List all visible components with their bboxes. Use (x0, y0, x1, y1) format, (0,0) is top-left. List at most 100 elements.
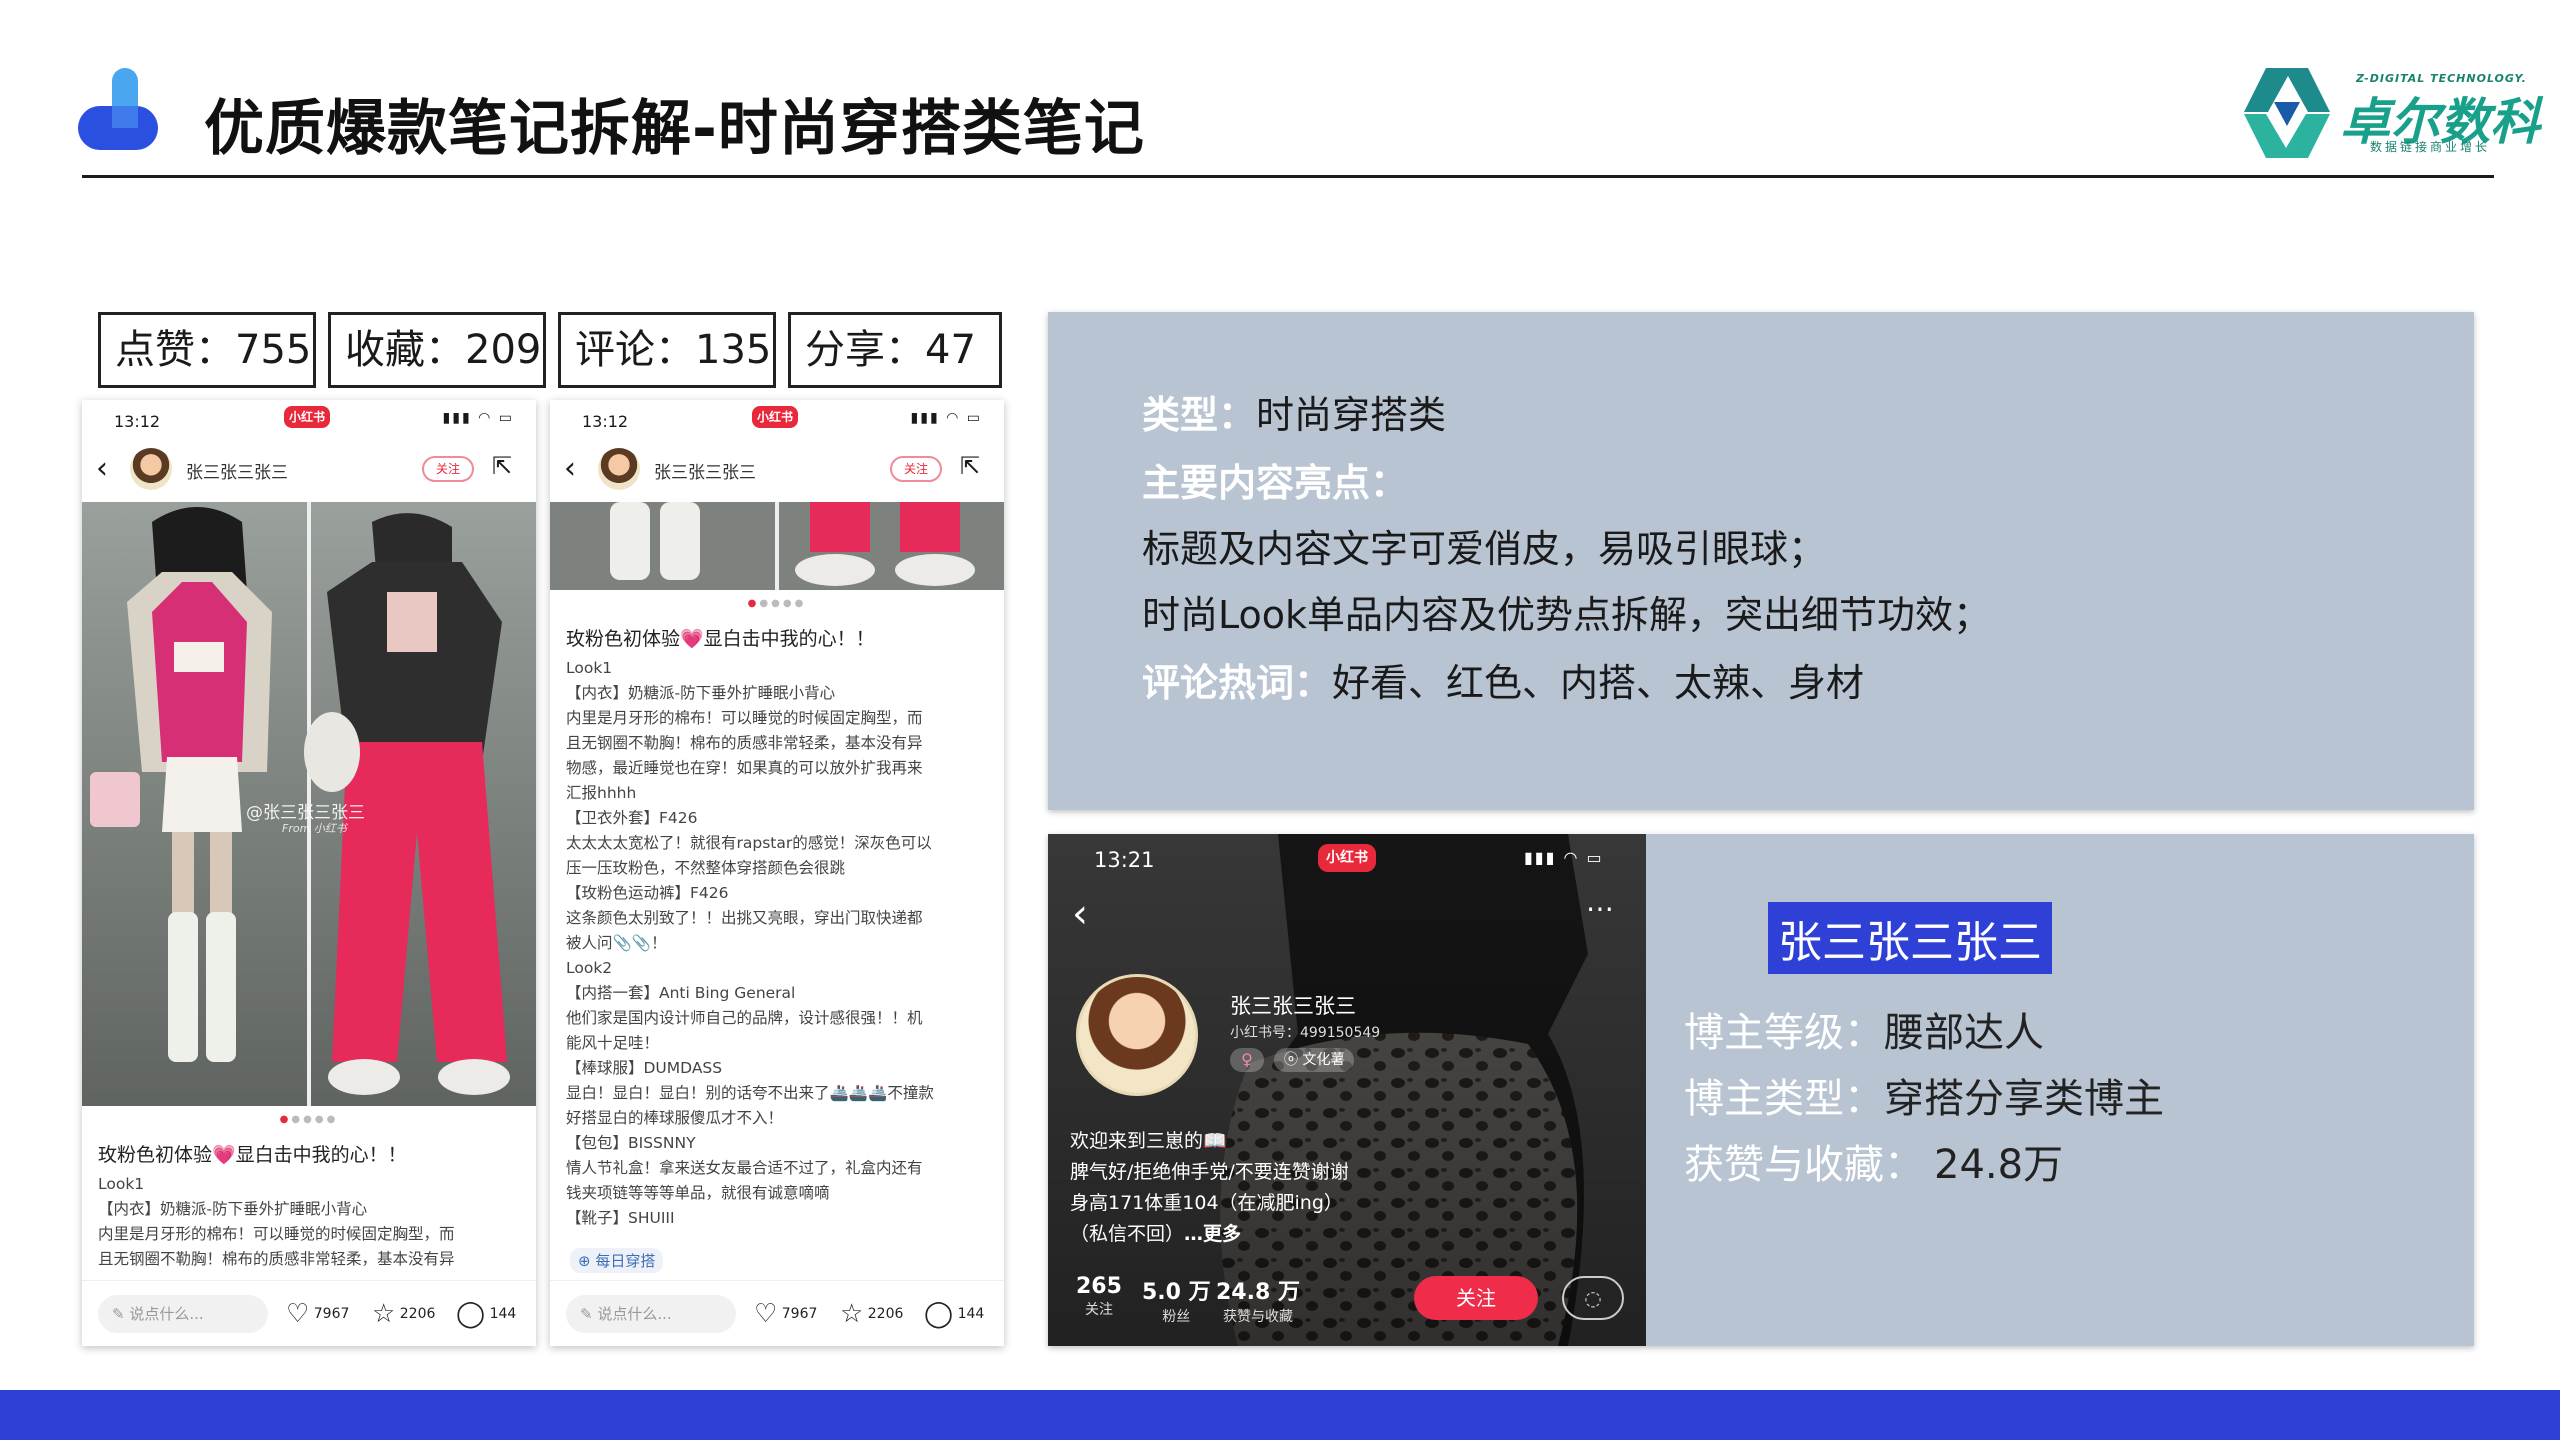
note-line: Look1 (566, 659, 613, 677)
note-line: 且无钢圈不勒胸！棉布的质感非常轻柔，基本没有异 (566, 734, 923, 752)
author-bar: ‹ 张三张三张三 关注 ⇱ (550, 442, 1004, 502)
avatar[interactable] (130, 448, 172, 490)
heart-icon: ♡ (286, 1299, 310, 1329)
collect-button[interactable]: ☆ 2206 (840, 1299, 903, 1329)
blogger-category-label: 博主类型： (1684, 1076, 1884, 1122)
note-line: 汇报hhhh (566, 784, 637, 802)
profile-screenshot: 13:21 小红书 ▮▮▮ ◠ ▭ ‹ ⋯ 张三张三张三 小红书号：499150… (1048, 834, 1646, 1346)
note-screenshot-2: 13:12 小红书 ▮▮▮ ◠ ▭ ‹ 张三张三张三 关注 ⇱ ●●●●● 玫粉… (550, 400, 1004, 1346)
bio-more-link[interactable]: …更多 (1184, 1223, 1241, 1245)
note-line: 他们家是国内设计师自己的品牌，设计感很强！！机 (566, 1009, 923, 1027)
comment-button[interactable]: ◯ 144 (456, 1299, 516, 1329)
note-line: 且无钢圈不勒胸！棉布的质感非常轻柔，基本没有异 (98, 1250, 455, 1268)
collect-button[interactable]: ☆ 2206 (372, 1299, 435, 1329)
follow-button[interactable]: 关注 (422, 456, 474, 482)
star-icon: ☆ (840, 1299, 864, 1329)
footer-bar (0, 1390, 2560, 1440)
profile-tag: ⓞ 文化薯 (1274, 1048, 1355, 1072)
hotwords-label: 评论热词： (1142, 661, 1333, 705)
bio-line: （私信不回）…更多 (1070, 1219, 1349, 1250)
comment-bubble-icon: ◯ (924, 1299, 954, 1329)
like-button[interactable]: ♡ 7967 (754, 1299, 817, 1329)
status-bar: 13:12 小红书 ▮▮▮ ◠ ▭ (550, 400, 1004, 440)
profile-follow-button[interactable]: 关注 (1414, 1276, 1538, 1320)
type-line: 类型：时尚穿搭类 (1142, 384, 1446, 439)
likes-collects-stat[interactable]: 24.8 万 获赞与收藏 (1216, 1274, 1300, 1326)
note-line: 能风十足哇！ (566, 1034, 660, 1052)
note-line: Look2 (566, 959, 613, 977)
comment-button[interactable]: ◯ 144 (924, 1299, 984, 1329)
comment-placeholder: 说点什么... (597, 1305, 672, 1323)
following-stat[interactable]: 265 关注 (1076, 1274, 1122, 1319)
brand-logo: Z-DIGITAL TECHNOLOGY. 卓尔数科 数据链接商业增长 (2244, 64, 2540, 164)
blogger-category-value: 穿搭分享类博主 (1884, 1076, 2164, 1122)
heart-icon: ♡ (754, 1299, 778, 1329)
signal-icon: ▮▮▮ ◠ ▭ (1524, 848, 1604, 867)
share-icon[interactable]: ⇱ (960, 452, 980, 480)
stat-collects: 收藏：2096 (328, 312, 546, 388)
note-line: 【包包】BISSNNY (566, 1134, 696, 1152)
highlight-2: 时尚Look单品内容及优势点拆解，突出细节功效； (1142, 593, 1992, 637)
note-line: 【靴子】SHUIII (566, 1209, 675, 1227)
message-icon[interactable]: ◌ (1562, 1276, 1624, 1320)
back-icon[interactable]: ‹ (96, 454, 108, 484)
author-name[interactable]: 张三张三张三 (654, 458, 756, 483)
author-bar: ‹ 张三张三张三 关注 ⇱ (82, 442, 536, 502)
bio-line: 脾气好/拒绝伸手党/不要连赞谢谢 (1070, 1161, 1349, 1183)
badge-icon: ⓞ (1284, 1052, 1303, 1068)
share-icon[interactable]: ⇱ (492, 452, 512, 480)
status-time: 13:12 (582, 412, 629, 431)
blogger-level-label: 博主等级： (1684, 1010, 1884, 1056)
note-photo-cropped (550, 502, 1004, 590)
note-line: 物感，最近睡觉也在穿！如果真的可以放外扩我再来 (566, 759, 923, 777)
avatar[interactable] (598, 448, 640, 490)
topic-tag[interactable]: ⊕ 每日穿搭 (570, 1248, 664, 1273)
note-title: 玫粉色初体验💗显白击中我的心！！ (566, 628, 875, 650)
type-value: 时尚穿搭类 (1256, 393, 1447, 437)
like-button[interactable]: ♡ 7967 (286, 1299, 349, 1329)
stat-shares: 分享：47 (788, 312, 1002, 388)
highlights-label: 主要内容亮点： (1142, 461, 1409, 505)
topic-tag-label: 每日穿搭 (595, 1252, 656, 1270)
header-divider (82, 175, 2494, 178)
comment-input[interactable]: ✎ 说点什么... (98, 1295, 268, 1333)
following-count: 265 (1076, 1274, 1122, 1299)
blogger-category: 博主类型：穿搭分享类博主 (1684, 1066, 2164, 1124)
logo-icon (78, 68, 158, 150)
profile-avatar[interactable] (1076, 974, 1198, 1096)
bio-line: 身高171体重104（在减肥ing） (1070, 1192, 1343, 1214)
hashtag-icon: ⊕ (578, 1252, 596, 1270)
note-line: 这条颜色太别致了！！出挑又亮眼，穿出门取快递都 (566, 909, 923, 927)
status-time: 13:12 (114, 412, 161, 431)
note-line: 【棒球服】DUMDASS (566, 1059, 723, 1077)
app-badge: 小红书 (752, 406, 798, 428)
following-label: 关注 (1084, 1302, 1113, 1318)
back-icon[interactable]: ‹ (564, 454, 576, 484)
highlights-line: 主要内容亮点： (1142, 452, 1408, 507)
brand-mark-icon (2244, 68, 2330, 158)
note-line: 太太太太宽松了！就很有rapstar的感觉！深灰色可以 (566, 834, 932, 852)
comment-input[interactable]: ✎ 说点什么... (566, 1295, 736, 1333)
note-action-bar: ✎ 说点什么... ♡ 7967 ☆ 2206 ◯ 144 (82, 1280, 536, 1346)
outfit-photo-image (550, 502, 1004, 590)
star-icon: ☆ (372, 1299, 396, 1329)
fans-stat[interactable]: 5.0 万 粉丝 (1142, 1274, 1211, 1326)
fans-count: 5.0 万 (1142, 1280, 1211, 1305)
note-line: 【玫粉色运动裤】F426 (566, 884, 729, 902)
collect-count: 2206 (399, 1306, 436, 1322)
comment-count: 144 (957, 1306, 985, 1322)
note-body: Look1 【内衣】奶糖派-防下垂外扩睡眠小背心 内里是月牙形的棉布！可以睡觉的… (98, 1172, 522, 1276)
pencil-icon: ✎ (580, 1305, 598, 1323)
blogger-likes-value: 24.8万 (1934, 1142, 2064, 1188)
note-screenshot-1: 13:12 小红书 ▮▮▮ ◠ ▭ ‹ 张三张三张三 关注 ⇱ @张三张三张三 … (82, 400, 536, 1346)
profile-bio: 欢迎来到三崽的📖 脾气好/拒绝伸手党/不要连赞谢谢 身高171体重104（在减肥… (1070, 1126, 1349, 1250)
note-line: 压一压玫粉色，不然整体穿搭颜色会很跳 (566, 859, 846, 877)
author-name[interactable]: 张三张三张三 (186, 458, 288, 483)
female-icon: ♀ (1230, 1048, 1264, 1072)
pencil-icon: ✎ (112, 1305, 130, 1323)
back-icon[interactable]: ‹ (1072, 894, 1088, 934)
follow-button[interactable]: 关注 (890, 456, 942, 482)
carousel-dots: ●●●●● (279, 1114, 339, 1125)
blogger-panel: 13:21 小红书 ▮▮▮ ◠ ▭ ‹ ⋯ 张三张三张三 小红书号：499150… (1048, 834, 2474, 1346)
more-icon[interactable]: ⋯ (1586, 892, 1614, 925)
